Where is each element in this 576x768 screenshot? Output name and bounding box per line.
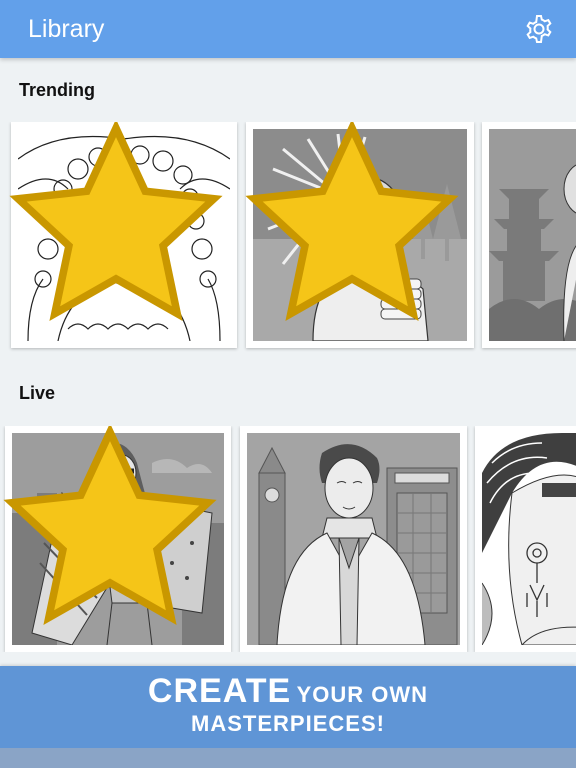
library-screen: Library Trending Live CREATE YOUR OWN MA… — [0, 0, 576, 768]
settings-button[interactable] — [522, 12, 556, 46]
section-title-trending: Trending — [19, 80, 95, 100]
banner-word-rest: YOUR OWN — [296, 682, 429, 707]
trending-card-headdress-woman[interactable] — [245, 122, 474, 348]
star-icon — [3, 426, 217, 626]
live-card-flag-woman[interactable] — [3, 426, 231, 652]
banner-word-create: CREATE — [147, 672, 292, 710]
star-icon — [9, 122, 223, 322]
bottom-strip — [0, 748, 576, 768]
gear-icon — [526, 15, 552, 43]
artwork-thumbnail — [247, 433, 460, 645]
trending-card-pagoda-scene[interactable] — [482, 122, 576, 348]
top-app-bar: Library — [0, 0, 576, 58]
star-icon — [245, 122, 459, 322]
section-title-live: Live — [19, 383, 56, 403]
trending-row[interactable] — [0, 122, 576, 352]
artwork-thumbnail — [482, 433, 576, 645]
live-card-london-man[interactable] — [240, 426, 467, 652]
pagoda-scene-artwork — [489, 129, 576, 341]
banner-subline: MASTERPIECES! — [191, 711, 385, 736]
page-title: Library — [28, 14, 105, 43]
trending-card-floral-woman[interactable] — [9, 122, 237, 348]
live-row[interactable] — [0, 426, 576, 652]
artwork-thumbnail — [489, 129, 576, 341]
london-man-artwork — [247, 433, 460, 645]
live-card-earring-woman[interactable] — [475, 426, 576, 652]
earring-woman-artwork — [482, 433, 576, 645]
create-promo-banner[interactable]: CREATE YOUR OWN MASTERPIECES! — [0, 666, 576, 748]
banner-headline: CREATE YOUR OWN — [0, 672, 576, 711]
